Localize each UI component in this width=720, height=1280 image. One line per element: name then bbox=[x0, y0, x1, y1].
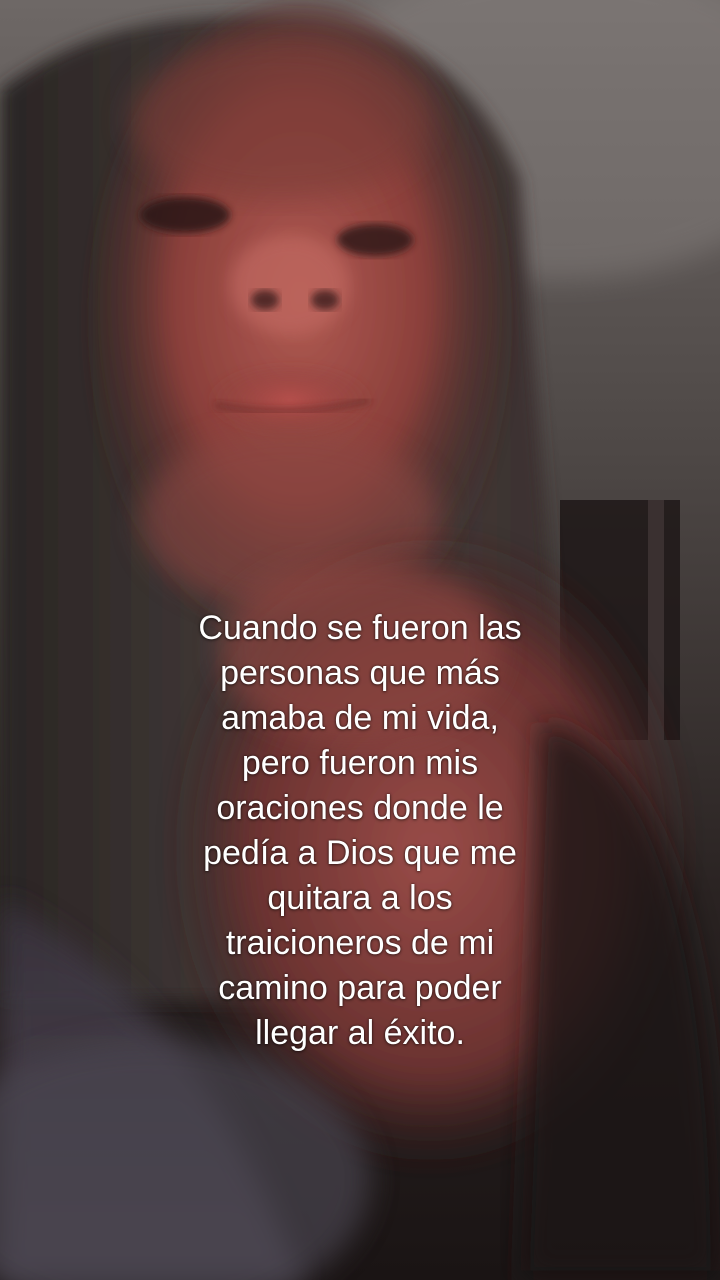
caption-line-3: amaba de mi vida, bbox=[221, 699, 499, 737]
caption-line-10: llegar al éxito. bbox=[255, 1014, 465, 1052]
caption-line-9: camino para poder bbox=[218, 969, 502, 1007]
caption-line-7: quitara a los bbox=[267, 879, 453, 917]
caption-line-5: oraciones donde le bbox=[216, 789, 504, 827]
caption-line-6: pedía a Dios que me bbox=[203, 834, 517, 872]
caption-line-4: pero fueron mis bbox=[241, 744, 479, 782]
video-caption: Cuando se fueron las personas que más am… bbox=[160, 606, 560, 1056]
caption-line-8: traicioneros de mi bbox=[225, 924, 495, 962]
caption-line-2: personas que más bbox=[220, 654, 500, 692]
video-frame: Cuando se fueron las personas que más am… bbox=[0, 0, 720, 1280]
caption-line-1: Cuando se fueron las bbox=[198, 609, 522, 647]
